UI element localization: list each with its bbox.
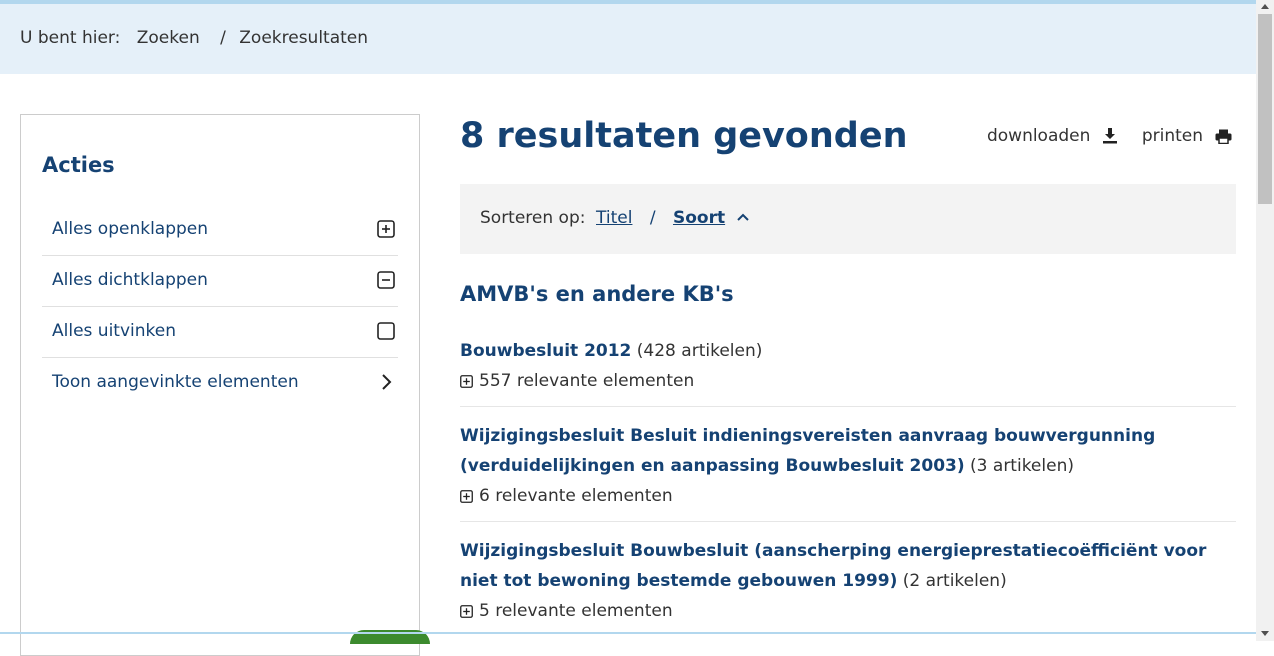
breadcrumb-item-zoekresultaten: Zoekresultaten	[239, 28, 369, 48]
breadcrumb-bar: U bent hier: Zoeken / Zoekresultaten	[0, 4, 1256, 74]
scrollbar-thumb[interactable]	[1258, 14, 1272, 204]
scroll-up-arrow-icon[interactable]	[1261, 4, 1269, 9]
results-list: Bouwbesluit 2012 (428 artikelen) 557 rel…	[460, 334, 1236, 648]
sort-by-title-link[interactable]: Titel	[596, 208, 632, 228]
result-count: (428 artikelen)	[636, 341, 763, 361]
page-scrollbar[interactable]	[1256, 0, 1274, 641]
checkbox-icon	[377, 322, 395, 340]
relevant-elements-toggle[interactable]: 6 relevante elementen	[460, 481, 1236, 511]
plus-square-icon	[460, 375, 473, 388]
collapse-all-button[interactable]: Alles dichtklappen	[42, 256, 398, 307]
sort-by-type-link[interactable]: Soort	[673, 208, 725, 228]
minus-square-icon	[377, 271, 395, 289]
result-count: (3 artikelen)	[970, 456, 1074, 476]
show-checked-button[interactable]: Toon aangevinkte elementen	[42, 358, 398, 408]
sort-separator: /	[649, 208, 656, 228]
result-item: Wijzigingsbesluit Bouwbesluit (aanscherp…	[460, 534, 1236, 636]
print-button[interactable]: printen	[1142, 126, 1232, 146]
result-count: (2 artikelen)	[902, 571, 1007, 591]
expand-all-button[interactable]: Alles openklappen	[42, 205, 398, 256]
result-tools: downloaden printen	[969, 126, 1232, 146]
action-label: Alles dichtklappen	[52, 270, 208, 290]
plus-square-icon	[460, 605, 473, 618]
breadcrumb-item-zoeken[interactable]: Zoeken	[137, 28, 200, 48]
relevant-elements-toggle[interactable]: 557 relevante elementen	[460, 366, 1236, 396]
bottom-accent-line	[0, 632, 1256, 634]
result-title-link[interactable]: Bouwbesluit 2012	[460, 341, 631, 361]
result-heading: Wijzigingsbesluit Bouwbesluit (aanscherp…	[460, 536, 1236, 596]
breadcrumb-separator: /	[220, 28, 226, 48]
sort-label: Sorteren op:	[480, 208, 586, 228]
relevant-elements-label: 5 relevante elementen	[479, 601, 673, 621]
action-label: Alles uitvinken	[52, 321, 176, 341]
action-label: Alles openklappen	[52, 219, 209, 239]
sort-options: Titel / Soort	[596, 208, 749, 228]
download-button[interactable]: downloaden	[987, 126, 1118, 146]
scroll-down-arrow-icon[interactable]	[1261, 631, 1269, 636]
plus-square-icon	[460, 490, 473, 503]
print-label: printen	[1141, 126, 1203, 146]
result-item: Wijzigingsbesluit Besluit indieningsvere…	[460, 419, 1236, 522]
breadcrumb-prefix: U bent hier:	[20, 28, 121, 48]
action-label: Toon aangevinkte elementen	[52, 372, 299, 392]
download-icon	[1103, 128, 1118, 144]
actions-title: Acties	[42, 153, 115, 177]
actions-panel: Acties Alles openklappen Alles dichtklap…	[20, 114, 420, 656]
sort-bar: Sorteren op: Titel / Soort	[460, 184, 1236, 254]
chevron-up-icon[interactable]	[736, 213, 749, 221]
result-heading: Wijzigingsbesluit Besluit indieningsvere…	[460, 421, 1236, 481]
chevron-right-icon	[382, 374, 392, 390]
result-item: Bouwbesluit 2012 (428 artikelen) 557 rel…	[460, 334, 1236, 407]
actions-list: Alles openklappen Alles dichtklappen All…	[42, 205, 398, 408]
relevant-elements-label: 557 relevante elementen	[479, 371, 695, 391]
relevant-elements-label: 6 relevante elementen	[479, 486, 673, 506]
result-heading: Bouwbesluit 2012 (428 artikelen)	[460, 336, 1236, 366]
download-label: downloaden	[986, 126, 1091, 146]
breadcrumb: U bent hier: Zoeken / Zoekresultaten	[20, 28, 379, 48]
result-title-link[interactable]: Wijzigingsbesluit Bouwbesluit (aanscherp…	[460, 541, 1206, 591]
uncheck-all-button[interactable]: Alles uitvinken	[42, 307, 398, 358]
section-title: AMVB's en andere KB's	[460, 282, 734, 306]
plus-square-icon	[377, 220, 395, 238]
relevant-elements-toggle[interactable]: 5 relevante elementen	[460, 596, 1236, 626]
printer-icon	[1215, 129, 1232, 145]
results-title: 8 resultaten gevonden	[460, 116, 908, 156]
